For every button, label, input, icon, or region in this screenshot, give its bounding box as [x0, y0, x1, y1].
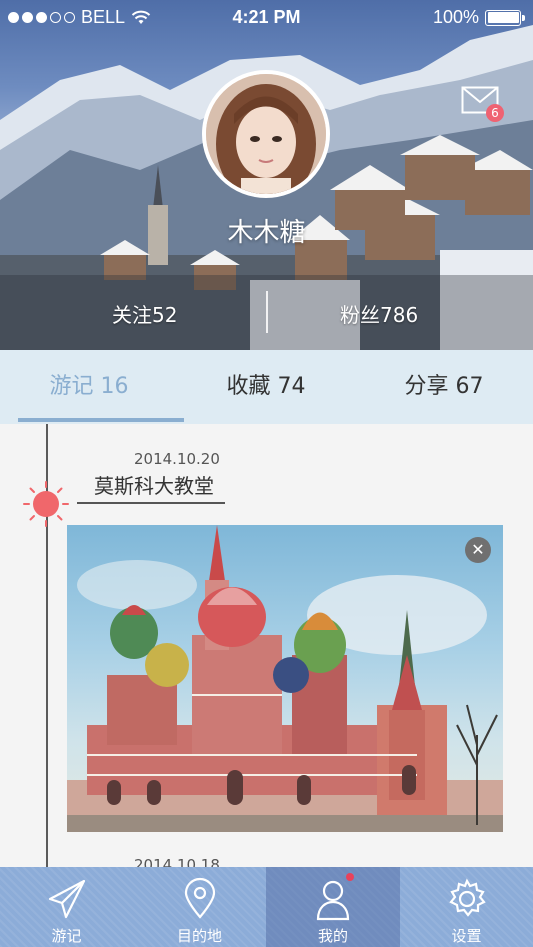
tab-shares[interactable]: 分享 67: [355, 350, 533, 424]
battery-fill: [487, 12, 519, 23]
tab-favorites[interactable]: 收藏 74: [177, 350, 355, 424]
entry-title[interactable]: 莫斯科大教堂: [94, 470, 214, 499]
stats-divider: [266, 291, 268, 333]
profile-tabs: 游记 16 收藏 74 分享 67: [0, 350, 533, 425]
battery-icon: [485, 9, 525, 26]
nav-label: 设置: [451, 927, 482, 945]
messages-button[interactable]: 6: [461, 86, 504, 122]
follow-stats: 关注52 粉丝786: [0, 275, 533, 350]
next-entry-date: 2014.10.18: [134, 856, 220, 867]
timeline-feed[interactable]: 2014.10.20 莫斯科大教堂 2014.10.18: [0, 424, 533, 867]
fans-count[interactable]: 粉丝786: [340, 299, 418, 328]
cathedral-photo: [67, 525, 503, 832]
nav-item-destinations[interactable]: 目的地: [133, 867, 266, 947]
gear-icon: [449, 878, 486, 917]
location-pin-icon: [184, 877, 216, 919]
status-bar: BELL 4:21 PM 100%: [0, 0, 533, 36]
entry-title-underline: [77, 502, 225, 504]
nav-label: 目的地: [176, 927, 222, 945]
avatar-photo: [206, 74, 326, 194]
tab-travel-notes[interactable]: 游记 16: [0, 350, 178, 424]
sun-icon: [23, 481, 69, 527]
nav-label: 我的: [317, 927, 348, 945]
nav-item-settings[interactable]: 设置: [400, 867, 533, 947]
bottom-navigation: 游记 目的地 我的 设置: [0, 867, 533, 947]
avatar[interactable]: [202, 70, 330, 198]
username: 木木糖: [227, 218, 306, 248]
nav-item-travel-notes[interactable]: 游记: [0, 867, 133, 947]
battery-percentage: 100%: [432, 7, 479, 27]
nav-label: 游记: [51, 927, 82, 945]
following-count[interactable]: 关注52: [112, 299, 177, 328]
message-count-badge: 6: [486, 104, 504, 122]
entry-photo[interactable]: [67, 525, 503, 832]
close-icon[interactable]: ✕: [465, 537, 491, 563]
active-tab-indicator: [18, 418, 184, 422]
profile-header: BELL 4:21 PM 100% 6 木木糖 关注52 粉丝786: [0, 0, 533, 350]
entry-date: 2014.10.20: [134, 450, 220, 468]
nav-item-mine[interactable]: 我的: [266, 867, 400, 947]
user-icon: [316, 880, 350, 921]
paper-plane-icon: [48, 879, 86, 919]
battery-status: 100%: [432, 7, 525, 28]
notification-dot: [346, 873, 354, 881]
